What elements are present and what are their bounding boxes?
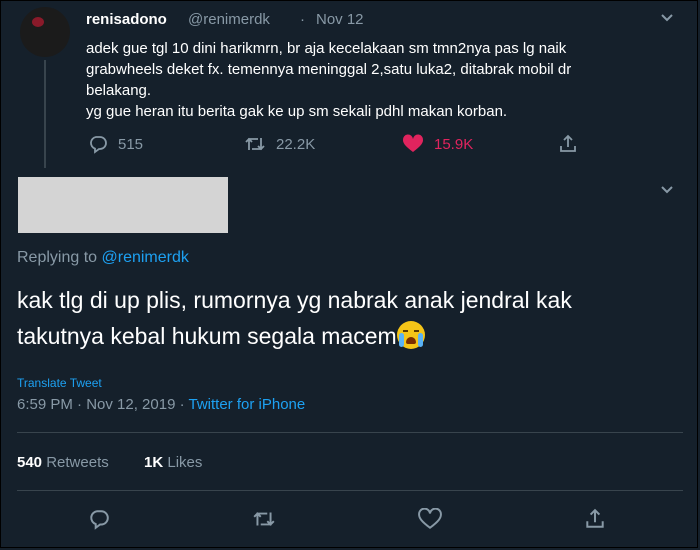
retweet-icon: [253, 512, 275, 526]
retweets-stat[interactable]: 540 Retweets: [17, 454, 109, 471]
heart-icon: [402, 134, 424, 152]
share-icon: [586, 508, 604, 528]
retweet-count: 22.2K: [276, 135, 316, 153]
retweet-icon: [245, 137, 265, 151]
tweet-text-line: adek gue tgl 10 dini harikmrn, br aja ke…: [86, 40, 567, 57]
source-link[interactable]: Twitter for iPhone: [189, 396, 306, 413]
redacted-author-block: [18, 177, 228, 233]
reply-icon: [90, 136, 107, 154]
retweet-button[interactable]: 22.2K: [244, 134, 315, 154]
likes-stat[interactable]: 1K Likes: [144, 454, 202, 471]
translate-tweet-link[interactable]: Translate Tweet: [17, 376, 102, 390]
divider: [17, 432, 683, 433]
retweets-count: 540: [17, 454, 43, 471]
likes-count: 1K: [144, 454, 164, 471]
reply-button[interactable]: [88, 508, 110, 535]
like-count: 15.9K: [434, 135, 474, 153]
author-name[interactable]: renisadono: [86, 11, 167, 28]
chevron-down-icon[interactable]: [660, 10, 674, 26]
author-handle[interactable]: @renimerdk: [188, 11, 270, 28]
chevron-down-icon[interactable]: [660, 182, 674, 198]
tweet-text-line: grabwheels deket fx. temennya meninggal …: [86, 61, 572, 78]
avatar[interactable]: [20, 7, 70, 57]
replying-to-handle[interactable]: @renimerdk: [102, 249, 189, 266]
thread-line: [44, 60, 46, 168]
reply-button[interactable]: 515: [88, 134, 143, 154]
like-button[interactable]: [418, 507, 442, 535]
replying-to: Replying to @renimerdk: [17, 249, 189, 267]
loudly-crying-face-emoji: [396, 321, 425, 349]
like-button[interactable]: 15.9K: [402, 134, 473, 154]
reply-text-line-2: takutnya kebal hukum segala macem: [17, 321, 425, 350]
reply-text-line: kak tlg di up plis, rumornya yg nabrak a…: [17, 287, 572, 313]
reply-icon: [90, 510, 109, 530]
reply-count: 515: [118, 135, 144, 153]
retweets-label: Retweets: [46, 454, 109, 471]
tweet-text-line: yg gue heran itu berita gak ke up sm sek…: [86, 103, 508, 120]
divider: [17, 490, 683, 491]
tweet-text-line: belakang.: [86, 82, 152, 99]
tweet-metadata: 6:59 PM · Nov 12, 2019 · Twitter for iPh…: [17, 396, 305, 413]
reply-text-line: takutnya kebal hukum segala macem: [17, 323, 397, 349]
tweet-date[interactable]: Nov 12: [316, 11, 364, 28]
replying-to-label: Replying to: [17, 249, 98, 266]
retweet-button[interactable]: [252, 508, 276, 535]
share-button[interactable]: [558, 134, 588, 154]
share-button[interactable]: [584, 508, 606, 535]
timestamp[interactable]: 6:59 PM · Nov 12, 2019 ·: [17, 396, 185, 413]
share-icon: [560, 134, 576, 152]
heart-icon: [418, 507, 442, 529]
dot-separator: ·: [300, 11, 305, 28]
likes-label: Likes: [167, 454, 203, 471]
